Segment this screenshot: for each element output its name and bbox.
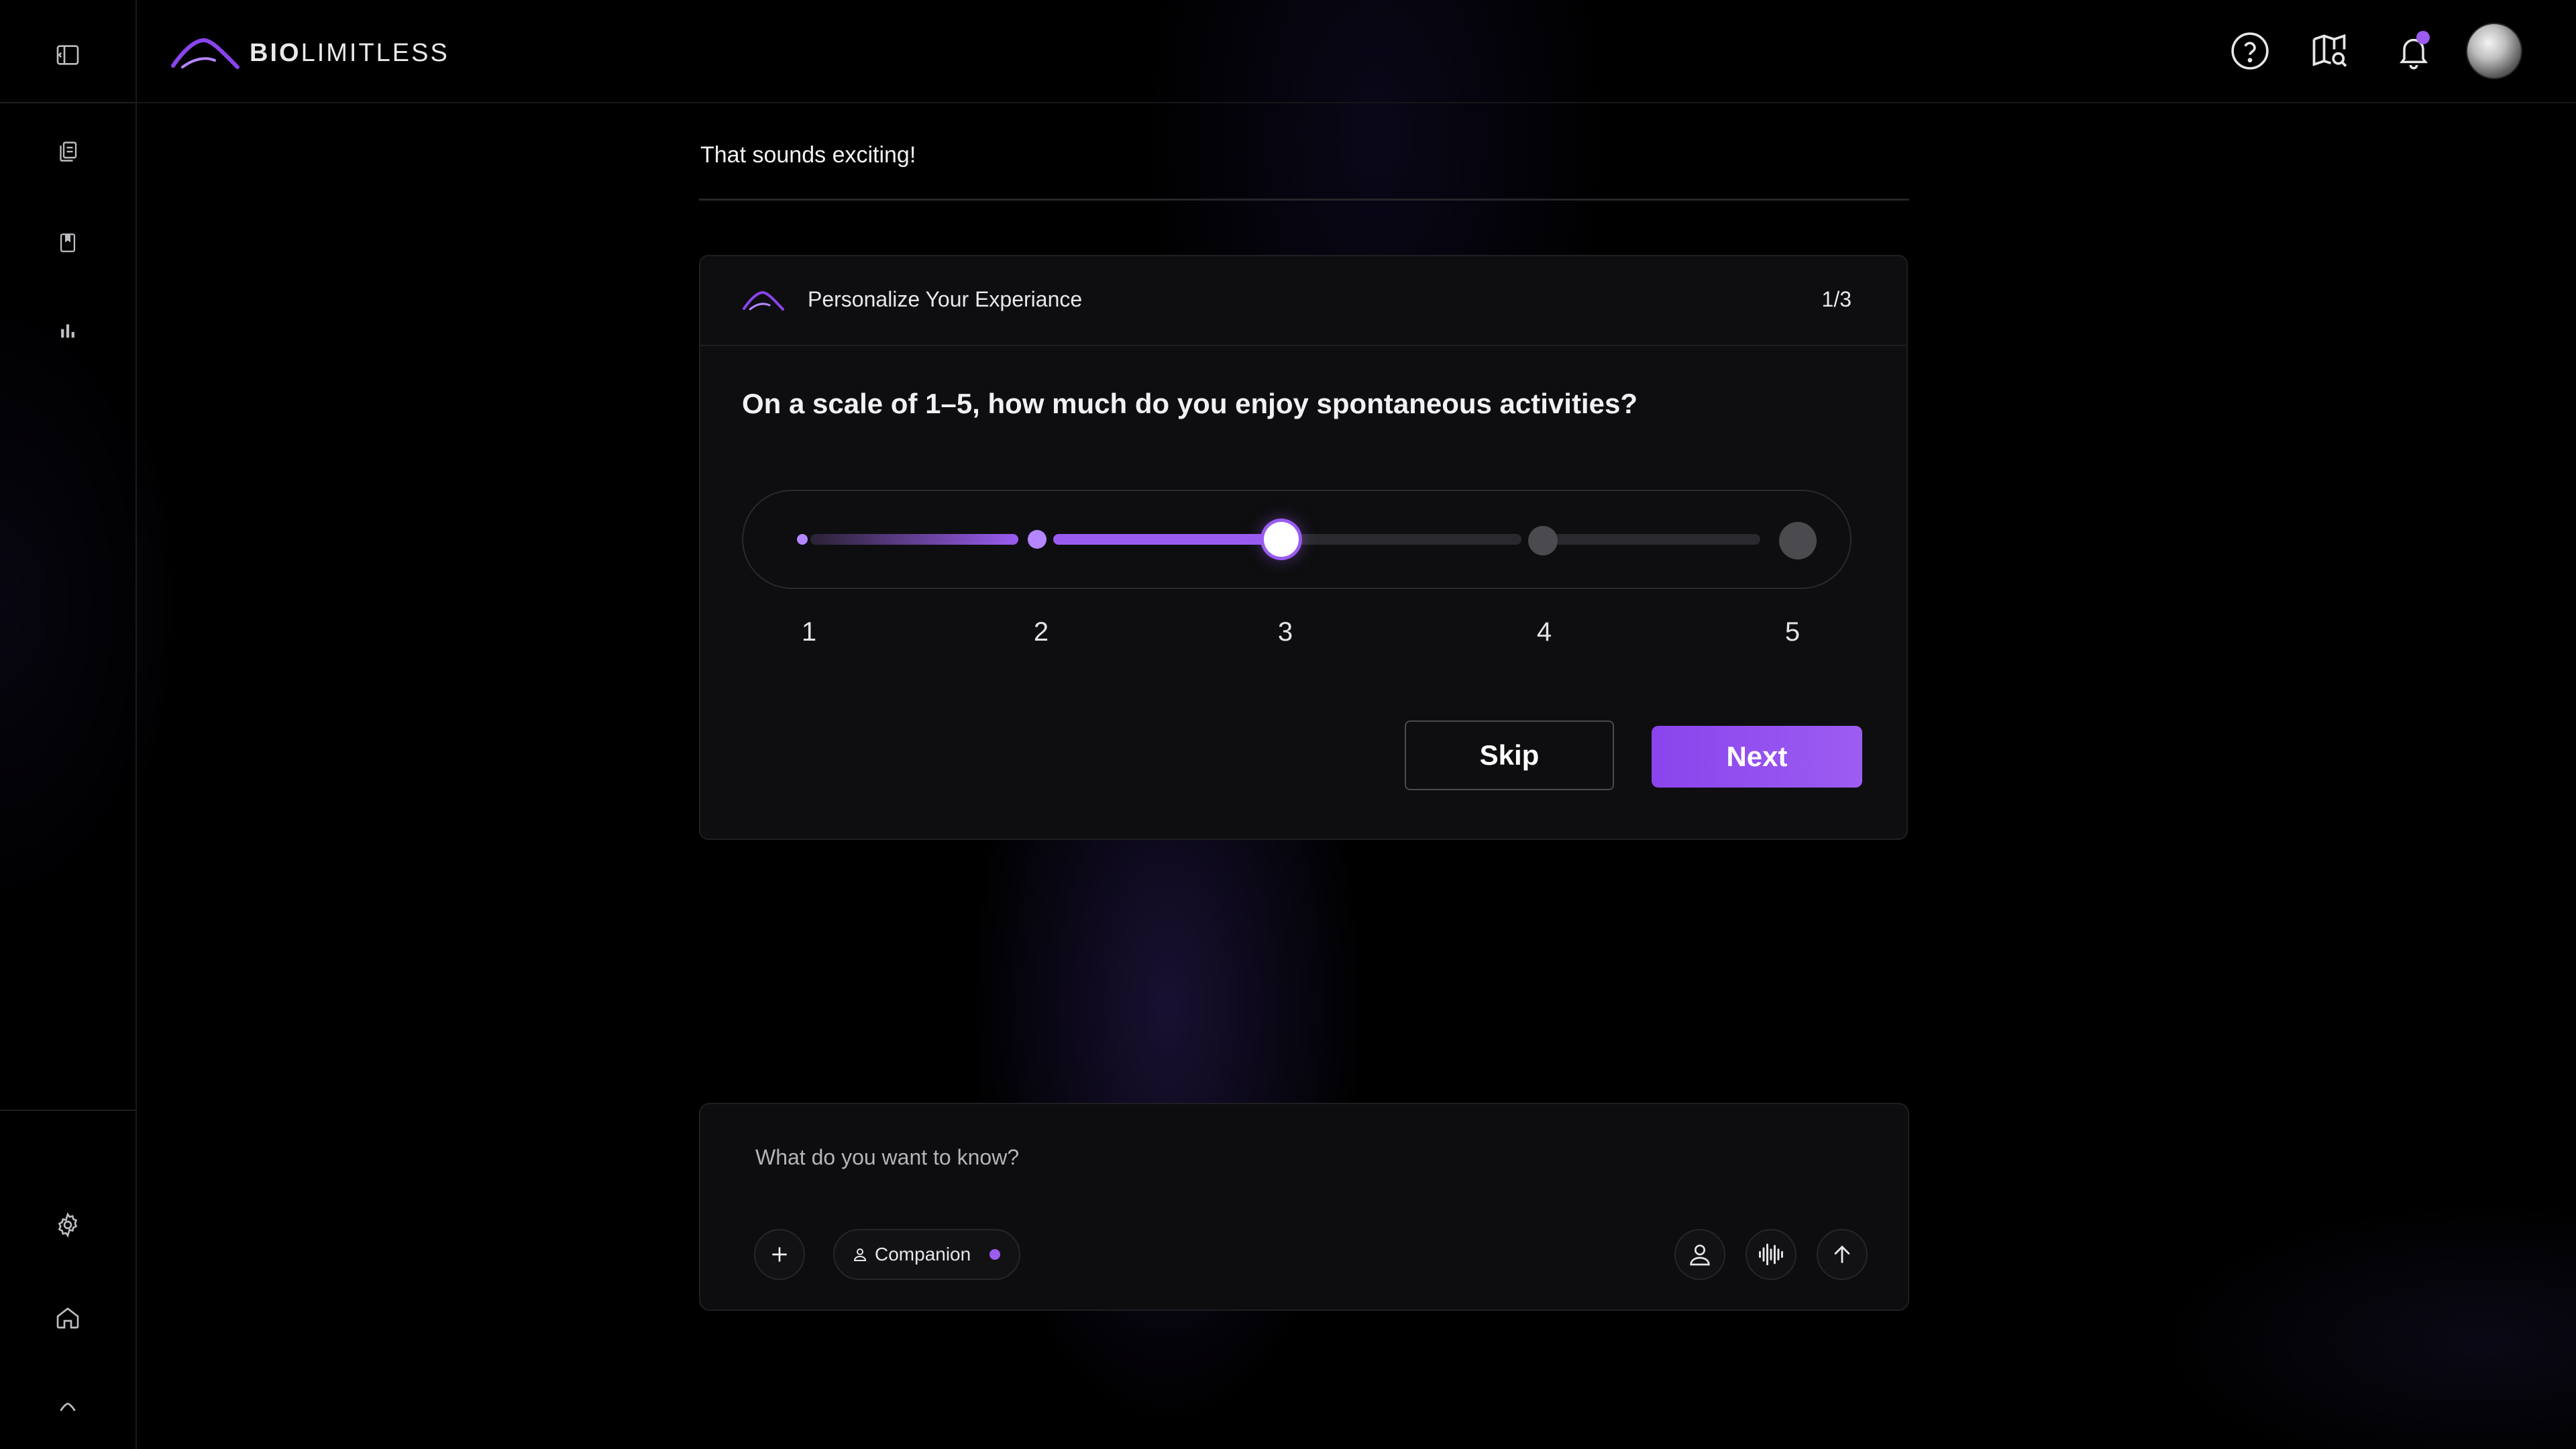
scale-label-1: 1 <box>801 617 817 647</box>
sidebar-divider-top <box>0 102 136 103</box>
bookmark-icon <box>60 233 76 252</box>
sidebar-item-home[interactable] <box>48 1297 88 1338</box>
sidebar-divider-bottom <box>0 1110 136 1111</box>
notifications-button[interactable] <box>2388 25 2439 76</box>
scale-label-3: 3 <box>1277 617 1293 647</box>
scale-label-4: 4 <box>1536 617 1552 647</box>
send-arrow-icon <box>1834 1245 1850 1263</box>
message-composer: Companion <box>699 1103 1909 1311</box>
help-icon <box>2231 32 2269 70</box>
add-attachment-button[interactable] <box>754 1229 805 1280</box>
rating-slider[interactable] <box>742 490 1851 589</box>
slider-segment-1 <box>810 534 1018 545</box>
home-icon <box>56 1307 79 1329</box>
map-search-button[interactable] <box>2304 25 2355 76</box>
companion-active-dot <box>989 1249 1001 1260</box>
companion-chip-label: Companion <box>875 1244 971 1265</box>
slider-thumb-selected[interactable] <box>1264 522 1299 557</box>
slider-segment-4 <box>1552 534 1760 545</box>
slider-segment-3 <box>1296 534 1521 545</box>
next-button[interactable]: Next <box>1652 726 1862 788</box>
slider-stop-5[interactable] <box>1779 522 1817 559</box>
assistant-message: That sounds exciting! <box>700 142 916 168</box>
map-search-icon <box>2312 34 2347 67</box>
survey-card: Personalize Your Experiance 1/3 On a sca… <box>699 255 1908 840</box>
sidebar-item-history[interactable] <box>48 131 88 172</box>
notification-dot <box>2416 31 2430 44</box>
sidebar-item-analytics[interactable] <box>48 310 88 350</box>
sidebar-item-brand[interactable] <box>48 1389 88 1429</box>
slider-stop-2[interactable] <box>1028 530 1046 549</box>
sidebar-panel-icon <box>56 45 79 65</box>
voice-input-button[interactable] <box>1746 1229 1796 1280</box>
app-logo[interactable]: BIOLIMITLESS <box>170 34 449 72</box>
sidebar-item-bookmarks[interactable] <box>48 223 88 263</box>
companion-mode-chip[interactable]: Companion <box>833 1229 1021 1280</box>
slider-stop-1[interactable] <box>797 534 808 545</box>
audio-wave-icon <box>1759 1243 1783 1266</box>
logo-mark-icon <box>743 290 784 311</box>
survey-question: On a scale of 1–5, how much do you enjoy… <box>742 388 1638 419</box>
send-button[interactable] <box>1817 1229 1868 1280</box>
survey-title: Personalize Your Experiance <box>808 287 1083 311</box>
message-divider <box>699 199 1909 201</box>
slider-stop-4[interactable] <box>1528 526 1558 555</box>
message-input[interactable] <box>754 1136 1830 1178</box>
person-icon <box>1690 1244 1710 1266</box>
scale-label-5: 5 <box>1784 617 1801 647</box>
scale-label-2: 2 <box>1033 617 1049 647</box>
help-button[interactable] <box>2224 25 2275 76</box>
person-icon <box>853 1248 867 1261</box>
gear-icon <box>58 1212 78 1238</box>
plus-icon <box>772 1247 787 1262</box>
persona-button[interactable] <box>1674 1229 1725 1280</box>
bar-chart-icon <box>61 324 74 338</box>
pages-icon <box>60 142 77 162</box>
survey-progress: 1/3 <box>1821 287 1851 311</box>
slider-segment-2 <box>1053 534 1279 545</box>
logo-text: BIOLIMITLESS <box>250 38 449 67</box>
top-bar: BIOLIMITLESS <box>137 0 2576 103</box>
logo-mark-icon <box>171 38 239 69</box>
survey-card-header: Personalize Your Experiance 1/3 <box>700 256 1907 346</box>
sidebar <box>0 0 137 1449</box>
skip-button[interactable]: Skip <box>1405 720 1614 790</box>
sidebar-toggle-button[interactable] <box>48 35 88 75</box>
avatar[interactable] <box>2466 23 2522 79</box>
sidebar-item-settings[interactable] <box>48 1205 88 1245</box>
logo-mark-icon <box>60 1403 76 1411</box>
